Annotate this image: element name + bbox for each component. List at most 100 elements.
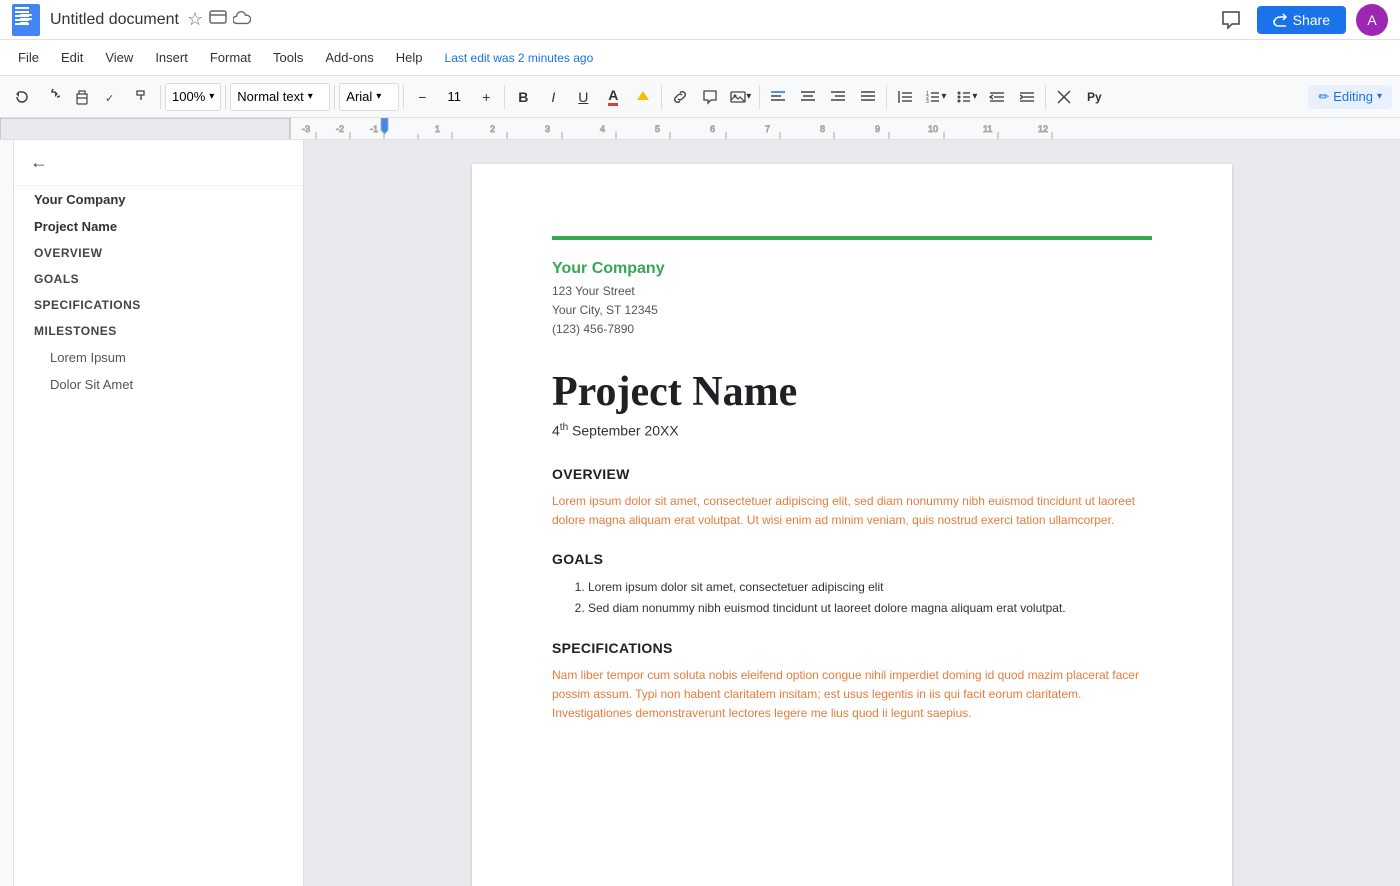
font-size-display: 11: [438, 89, 470, 104]
date-sup: th: [560, 422, 568, 433]
print-button[interactable]: [68, 83, 96, 111]
header-green-line: [552, 236, 1152, 240]
menu-format[interactable]: Format: [200, 46, 261, 69]
title-bar: Untitled document ☆ Share A: [0, 0, 1400, 40]
align-center-button[interactable]: [794, 83, 822, 111]
underline-button[interactable]: U: [569, 83, 597, 111]
svg-text:-2: -2: [336, 124, 344, 134]
toolbar-divider-2: [225, 85, 226, 109]
toolbar-divider-3: [334, 85, 335, 109]
clear-formatting-button[interactable]: [1050, 83, 1078, 111]
sidebar-item-specifications[interactable]: SPECIFICATIONS: [14, 292, 303, 318]
overview-heading: OVERVIEW: [552, 466, 1152, 482]
sidebar-item-dolor[interactable]: Dolor Sit Amet: [14, 371, 303, 398]
document-title[interactable]: Untitled document: [50, 11, 179, 29]
outline-sidebar: ← Your Company Project Name OVERVIEW GOA…: [14, 140, 304, 886]
sidebar-item-goals[interactable]: GOALS: [14, 266, 303, 292]
bullet-list-button[interactable]: ▾: [952, 83, 981, 111]
toolbar: ✓ 100% ▾ Normal text ▾ Arial ▾ − 11 + B …: [0, 76, 1400, 118]
menu-view[interactable]: View: [95, 46, 143, 69]
svg-text:4: 4: [600, 124, 605, 134]
svg-text:-3: -3: [302, 124, 310, 134]
back-arrow-button[interactable]: ←: [30, 152, 48, 173]
specifications-heading: SPECIFICATIONS: [552, 640, 1152, 656]
share-button[interactable]: Share: [1257, 6, 1346, 34]
editing-mode-button[interactable]: ✏ Editing ▾: [1308, 85, 1392, 109]
style-select[interactable]: Normal text ▾: [230, 83, 330, 111]
align-justify-button[interactable]: [854, 83, 882, 111]
highlight-button[interactable]: [629, 83, 657, 111]
menu-help[interactable]: Help: [386, 46, 433, 69]
paint-format-button[interactable]: [128, 83, 156, 111]
indent-more-button[interactable]: [1013, 83, 1041, 111]
user-avatar[interactable]: A: [1356, 4, 1388, 36]
sidebar-item-lorem[interactable]: Lorem Ipsum: [14, 344, 303, 371]
toolbar-divider-9: [1045, 85, 1046, 109]
zoom-select[interactable]: 100% ▾: [165, 83, 221, 111]
drive-icon[interactable]: [209, 8, 227, 31]
font-increase-button[interactable]: +: [472, 83, 500, 111]
goals-item-2: Sed diam nonummy nibh euismod tincidunt …: [588, 598, 1152, 620]
numbered-list-button[interactable]: 123 ▾: [921, 83, 950, 111]
spell-check-button[interactable]: ✓: [98, 83, 126, 111]
align-right-button[interactable]: [824, 83, 852, 111]
project-title: Project Name: [552, 368, 1152, 416]
address-line-1: 123 Your Street: [552, 282, 1152, 301]
menu-file[interactable]: File: [8, 46, 49, 69]
pencil-icon: ✏: [1318, 89, 1329, 105]
project-date: 4th September 20XX: [552, 422, 1152, 439]
goals-heading: GOALS: [552, 551, 1152, 567]
vertical-ruler: [0, 140, 14, 886]
svg-text:-1: -1: [370, 124, 378, 134]
specifications-body: Nam liber tempor cum soluta nobis eleife…: [552, 666, 1152, 724]
font-select[interactable]: Arial ▾: [339, 83, 399, 111]
svg-text:8: 8: [820, 124, 825, 134]
editing-label: Editing: [1333, 89, 1373, 104]
menu-insert[interactable]: Insert: [145, 46, 198, 69]
font-decrease-button[interactable]: −: [408, 83, 436, 111]
document-area[interactable]: Your Company 123 Your Street Your City, …: [304, 140, 1400, 886]
menu-tools[interactable]: Tools: [263, 46, 313, 69]
svg-text:9: 9: [875, 124, 880, 134]
svg-text:✓: ✓: [105, 93, 114, 105]
sidebar-item-overview[interactable]: OVERVIEW: [14, 240, 303, 266]
sidebar-item-milestones[interactable]: MILESTONES: [14, 318, 303, 344]
svg-text:7: 7: [765, 124, 770, 134]
menu-bar: File Edit View Insert Format Tools Add-o…: [0, 40, 1400, 76]
line-spacing-button[interactable]: [891, 83, 919, 111]
svg-text:11: 11: [983, 124, 992, 134]
toolbar-divider-6: [661, 85, 662, 109]
star-icon[interactable]: ☆: [187, 9, 203, 30]
comment-button[interactable]: [696, 83, 724, 111]
indent-less-button[interactable]: [983, 83, 1011, 111]
text-color-button[interactable]: A: [599, 83, 627, 111]
chat-button[interactable]: [1213, 2, 1249, 38]
toolbar-divider-4: [403, 85, 404, 109]
ruler: -3 -2 -1 1 2 3 4 5 6 7 8 9 10 11 12: [0, 118, 1400, 140]
menu-addons[interactable]: Add-ons: [315, 46, 383, 69]
sidebar-item-project[interactable]: Project Name: [14, 213, 303, 240]
link-button[interactable]: [666, 83, 694, 111]
toolbar-divider-5: [504, 85, 505, 109]
last-edit-info[interactable]: Last edit was 2 minutes ago: [445, 51, 594, 65]
menu-edit[interactable]: Edit: [51, 46, 93, 69]
document-page[interactable]: Your Company 123 Your Street Your City, …: [472, 164, 1232, 886]
sidebar-item-company[interactable]: Your Company: [14, 186, 303, 213]
company-name: Your Company: [552, 260, 1152, 278]
undo-button[interactable]: [8, 83, 36, 111]
image-button[interactable]: ▾: [726, 83, 755, 111]
goals-list: Lorem ipsum dolor sit amet, consectetuer…: [552, 577, 1152, 620]
align-left-button[interactable]: [764, 83, 792, 111]
overview-text: Lorem ipsum dolor sit amet, consectetuer…: [552, 494, 1135, 527]
date-number: 4: [552, 422, 560, 438]
redo-button[interactable]: [38, 83, 66, 111]
cloud-save-icon[interactable]: [233, 9, 251, 30]
italic-button[interactable]: I: [539, 83, 567, 111]
main-layout: ← Your Company Project Name OVERVIEW GOA…: [0, 140, 1400, 886]
toolbar-divider-1: [160, 85, 161, 109]
date-rest: September 20XX: [568, 422, 679, 438]
python-button[interactable]: Py: [1080, 83, 1108, 111]
svg-text:10: 10: [928, 124, 938, 134]
phone-line: (123) 456-7890: [552, 320, 1152, 339]
bold-button[interactable]: B: [509, 83, 537, 111]
